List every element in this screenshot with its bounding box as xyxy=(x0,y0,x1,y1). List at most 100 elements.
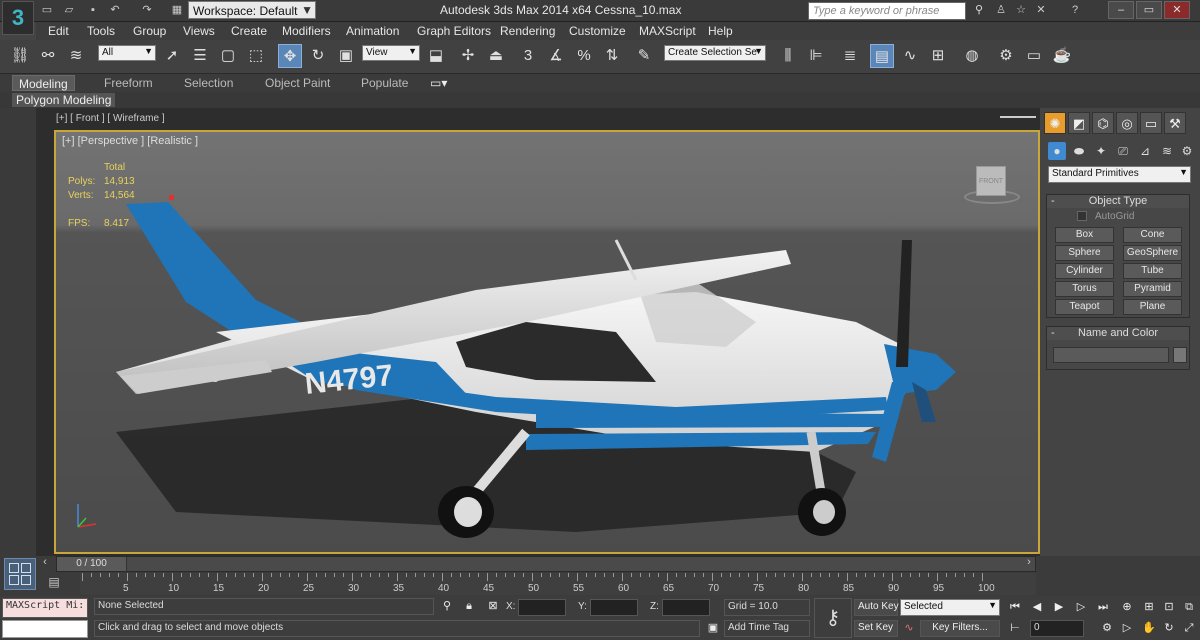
object-color-swatch[interactable] xyxy=(1173,347,1187,363)
utilities-tab-icon[interactable]: ⚒ xyxy=(1164,112,1186,134)
key-mode-toggle-icon[interactable]: ⊢ xyxy=(1006,620,1024,636)
pan-view-icon[interactable]: ✋ xyxy=(1140,620,1158,636)
render-teapot-icon[interactable]: ☕ xyxy=(1050,44,1074,68)
create-tab-icon[interactable]: ✺ xyxy=(1044,112,1066,134)
default-in-out-tangents-icon[interactable]: ∿ xyxy=(900,620,918,636)
close-search-icon[interactable]: ✕ xyxy=(1034,3,1048,17)
time-slider-right-icon[interactable]: › xyxy=(1022,556,1036,572)
menu-customize[interactable]: Customize xyxy=(569,24,626,38)
maxscript-input[interactable] xyxy=(2,620,88,638)
curve-editor-icon[interactable]: ∿ xyxy=(898,44,922,68)
user-icon[interactable]: ♙ xyxy=(994,3,1008,17)
polygon-modeling-panel[interactable]: Polygon Modeling xyxy=(12,93,116,107)
ribbon-options-icon[interactable]: ▭▾ xyxy=(430,75,447,91)
pyramid-button[interactable]: Pyramid xyxy=(1123,281,1182,297)
selection-lock-icon[interactable]: 🔒︎ xyxy=(460,598,478,614)
orbit-icon[interactable]: ↻ xyxy=(1160,620,1178,636)
select-move-icon[interactable]: ✥ xyxy=(278,44,302,68)
maximize-button[interactable]: ▭ xyxy=(1136,1,1162,19)
time-slider-left-icon[interactable]: ‹ xyxy=(38,556,52,572)
y-coordinate-field[interactable] xyxy=(590,599,638,616)
systems-icon[interactable]: ⚙ xyxy=(1178,142,1196,160)
cylinder-button[interactable]: Cylinder xyxy=(1055,263,1114,279)
menu-help[interactable]: Help xyxy=(708,24,733,38)
x-coordinate-field[interactable] xyxy=(518,599,566,616)
help-icon[interactable]: ? xyxy=(1068,3,1082,17)
menu-edit[interactable]: Edit xyxy=(48,24,69,38)
hierarchy-tab-icon[interactable]: ⌬ xyxy=(1092,112,1114,134)
time-slider[interactable]: 0 / 100 xyxy=(56,556,1036,572)
named-selection-dropdown[interactable]: Create Selection Se ▼ xyxy=(664,45,766,61)
viewport-layouts-icon[interactable] xyxy=(4,558,36,590)
time-slider-thumb[interactable]: 0 / 100 xyxy=(57,557,127,571)
viewcube-face[interactable]: FRONT xyxy=(976,166,1006,196)
workspace-dropdown[interactable]: Workspace: Default ▼ xyxy=(188,1,316,19)
spinner-snap-icon[interactable]: ⇅ xyxy=(600,44,624,68)
sphere-button[interactable]: Sphere xyxy=(1055,245,1114,261)
zoom-all-icon[interactable]: ⊞ xyxy=(1140,599,1158,615)
menu-group[interactable]: Group xyxy=(133,24,166,38)
selection-filter-dropdown[interactable]: All ▼ xyxy=(98,45,156,61)
edit-named-selection-icon[interactable]: ✎ xyxy=(632,44,656,68)
schematic-view-icon[interactable]: ⊞ xyxy=(926,44,950,68)
material-editor-icon[interactable]: ◍ xyxy=(960,44,984,68)
set-key-button[interactable]: Set Key xyxy=(854,620,898,637)
pivot-center-icon[interactable]: ⬓ xyxy=(424,44,448,68)
save-icon[interactable]: ▪ xyxy=(86,3,100,17)
front-viewport-label[interactable]: [+] [ Front ] [ Wireframe ] xyxy=(56,113,165,124)
key-filters-button[interactable]: Key Filters... xyxy=(920,620,1000,637)
select-manipulate-icon[interactable]: ✢ xyxy=(456,44,480,68)
menu-tools[interactable]: Tools xyxy=(87,24,115,38)
angle-snap-icon[interactable]: ∡ xyxy=(544,44,568,68)
project-folder-icon[interactable]: ▦ xyxy=(170,3,184,17)
geosphere-button[interactable]: GeoSphere xyxy=(1123,245,1182,261)
tube-button[interactable]: Tube xyxy=(1123,263,1182,279)
next-frame-icon[interactable]: ▷ xyxy=(1072,599,1090,615)
go-to-end-icon[interactable]: ⏭ xyxy=(1094,599,1112,615)
close-button[interactable]: ✕ xyxy=(1164,1,1190,19)
select-by-name-icon[interactable]: ☰ xyxy=(188,44,212,68)
open-file-icon[interactable]: ▱ xyxy=(62,3,76,17)
cameras-icon[interactable]: ⎚ xyxy=(1114,142,1132,160)
bind-space-warp-icon[interactable]: ≋ xyxy=(64,44,88,68)
mirror-icon[interactable]: ⫼ xyxy=(776,44,800,68)
tab-selection[interactable]: Selection xyxy=(184,75,233,91)
current-frame-field[interactable]: 0 xyxy=(1030,620,1084,637)
maximize-viewport-icon[interactable]: ⤢ xyxy=(1180,620,1198,636)
track-bar[interactable]: 5 10 15 20 25 30 35 40 45 50 55 60 65 70 75 80 85 90 95 100 xyxy=(80,573,1036,595)
tab-freeform[interactable]: Freeform xyxy=(104,75,153,91)
menu-maxscript[interactable]: MAXScript xyxy=(639,24,696,38)
display-tab-icon[interactable]: ▭ xyxy=(1140,112,1162,134)
link-icon[interactable]: ⛓ xyxy=(8,44,32,68)
menu-modifiers[interactable]: Modifiers xyxy=(282,24,331,38)
menu-views[interactable]: Views xyxy=(183,24,215,38)
menu-create[interactable]: Create xyxy=(231,24,267,38)
keyboard-shortcut-override-icon[interactable]: ⏏ xyxy=(484,44,508,68)
lights-icon[interactable]: ✦ xyxy=(1092,142,1110,160)
motion-tab-icon[interactable]: ◎ xyxy=(1116,112,1138,134)
rectangular-selection-icon[interactable]: ▢ xyxy=(216,44,240,68)
object-type-header[interactable]: - Object Type xyxy=(1047,195,1189,208)
select-object-icon[interactable]: ➚ xyxy=(160,44,184,68)
favorites-icon[interactable]: ☆ xyxy=(1014,3,1028,17)
unlink-icon[interactable]: ⚯ xyxy=(36,44,60,68)
rendered-frame-window-icon[interactable]: ▭ xyxy=(1022,44,1046,68)
new-file-icon[interactable]: ▭ xyxy=(40,3,54,17)
zoom-extents-icon[interactable]: ⊡ xyxy=(1160,599,1178,615)
viewcube[interactable]: FRONT xyxy=(960,162,1020,204)
graphite-toolset-icon[interactable]: ▤ xyxy=(870,44,894,68)
search-input[interactable]: Type a keyword or phrase xyxy=(808,2,966,20)
shapes-icon[interactable]: ⬬ xyxy=(1070,142,1088,160)
plane-button[interactable]: Plane xyxy=(1123,299,1182,315)
select-scale-icon[interactable]: ▣ xyxy=(334,44,358,68)
maxscript-listener[interactable]: MAXScript Mi: xyxy=(2,598,88,618)
binoculars-icon[interactable]: ⚲ xyxy=(972,3,986,17)
modify-tab-icon[interactable]: ◩ xyxy=(1068,112,1090,134)
go-to-start-icon[interactable]: ⏮ xyxy=(1006,599,1024,615)
reference-coordinate-dropdown[interactable]: View ▼ xyxy=(362,45,420,61)
layer-manager-icon[interactable]: ≣ xyxy=(838,44,862,68)
teapot-button[interactable]: Teapot xyxy=(1055,299,1114,315)
zoom-extents-all-icon[interactable]: ⧉ xyxy=(1180,599,1198,615)
time-configuration-icon[interactable]: ⚙ xyxy=(1098,620,1116,636)
geometry-icon[interactable]: ● xyxy=(1048,142,1066,160)
